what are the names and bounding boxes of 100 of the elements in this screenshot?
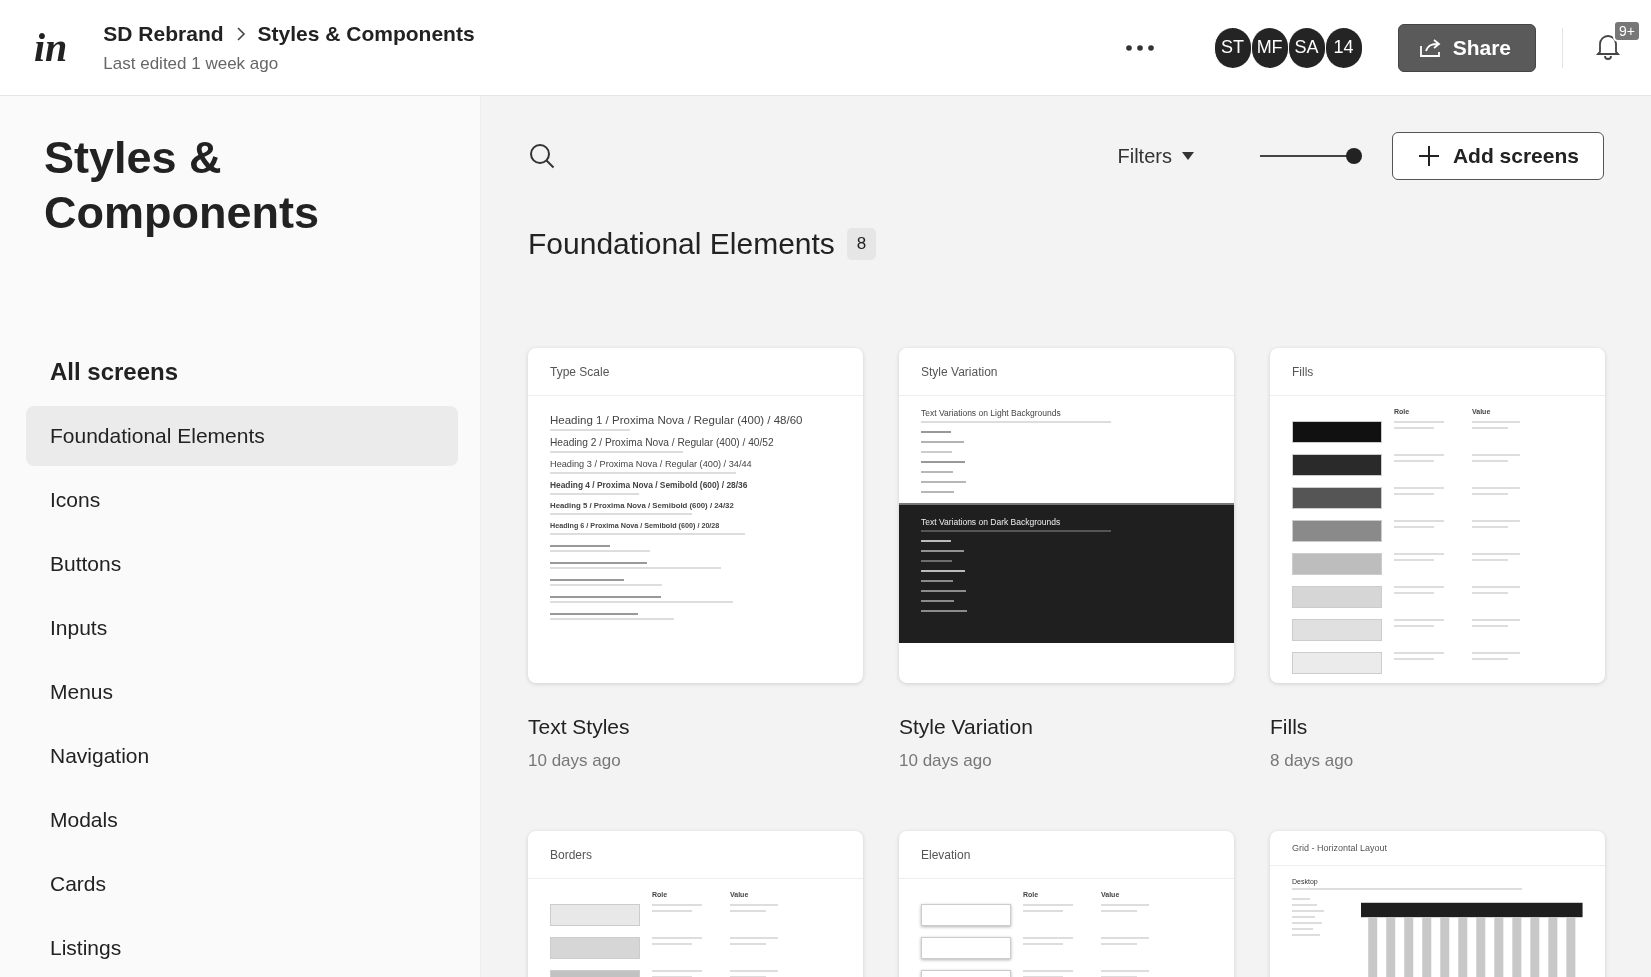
more-icon[interactable] (1125, 44, 1154, 51)
description-line (1292, 934, 1320, 936)
description-line (1292, 910, 1324, 912)
description-line (1394, 454, 1444, 456)
sidebar-item[interactable]: Menus (26, 662, 458, 722)
description-line (1023, 970, 1073, 972)
description-line (730, 937, 778, 939)
description-line (1394, 460, 1434, 462)
count-badge: 8 (846, 228, 877, 260)
description-line (1101, 937, 1149, 939)
description-line (1472, 658, 1508, 660)
sidebar-item[interactable]: Inputs (26, 598, 458, 658)
type-sample: Heading 2 / Proxima Nova / Regular (400) / 40/52 (550, 437, 775, 448)
last-edited-text: Last edited 1 week ago (103, 53, 280, 74)
description-line (1472, 487, 1520, 489)
avatar[interactable]: SA (1287, 27, 1325, 68)
description-line (1394, 652, 1444, 654)
description-line (1472, 421, 1520, 423)
description-line (1472, 454, 1520, 456)
description-line (921, 540, 951, 542)
sidebar-item[interactable]: Listings (26, 918, 458, 977)
share-button[interactable]: Share (1397, 23, 1536, 72)
description-line (1292, 898, 1310, 900)
type-sample: Heading 4 / Proxima Nova / Semibold (600) / 28/36 (550, 480, 749, 490)
add-screens-button[interactable]: Add screens (1391, 132, 1604, 180)
sidebar-item[interactable]: Navigation (26, 726, 458, 786)
description-line (1023, 943, 1063, 945)
description-line (921, 580, 953, 582)
description-line (1394, 526, 1434, 528)
description-line (1394, 427, 1434, 429)
thumbnail-title: Style Variation (921, 364, 998, 379)
description-line (1101, 970, 1149, 972)
description-line (1472, 559, 1508, 561)
screen-name[interactable]: Style Variation (899, 715, 1234, 739)
description-line (921, 481, 966, 483)
description-line (652, 943, 692, 945)
description-line (1394, 586, 1444, 588)
more-users-count[interactable]: 14 (1324, 27, 1362, 68)
description-line (921, 471, 953, 473)
description-line (730, 943, 766, 945)
description-line (730, 910, 766, 912)
description-line (1292, 928, 1313, 930)
description-line (652, 970, 702, 972)
description-line (1472, 460, 1508, 462)
description-line (1472, 520, 1520, 522)
updated-time: 10 days ago (528, 751, 622, 771)
screen-name[interactable]: Fills (1270, 715, 1605, 739)
description-line (1023, 910, 1063, 912)
description-line (921, 431, 951, 433)
description-line (1394, 553, 1444, 555)
search-icon[interactable] (528, 142, 556, 170)
project-link[interactable]: SD Rebrand (103, 21, 224, 46)
description-line (1472, 625, 1508, 627)
description-line (1394, 559, 1434, 561)
description-line (550, 545, 610, 547)
avatar[interactable]: MF (1250, 27, 1288, 68)
description-line (1101, 904, 1149, 906)
thumbnail-title: Type Scale (550, 364, 610, 379)
avatar[interactable]: ST (1213, 27, 1251, 68)
description-line (652, 910, 692, 912)
sidebar-title: Styles & Components (44, 131, 320, 240)
description-line (921, 451, 952, 453)
caret-down-icon (1181, 152, 1194, 160)
description-line (1023, 937, 1073, 939)
screen-name[interactable]: Text Styles (528, 715, 863, 739)
description-line (730, 970, 778, 972)
sidebar-item[interactable]: Cards (26, 854, 458, 914)
sidebar-item[interactable]: Buttons (26, 534, 458, 594)
description-line (1472, 586, 1520, 588)
section-heading: Text Variations on Dark Backgrounds (921, 517, 1062, 527)
description-line (1101, 910, 1137, 912)
thumbnail-title: Fills (1292, 364, 1314, 379)
type-sample: Heading 1 / Proxima Nova / Regular (400) / 48/60 (550, 414, 804, 426)
description-line (921, 491, 954, 493)
notification-badge: 9+ (1613, 19, 1641, 42)
section-heading: Text Variations on Light Backgrounds (921, 408, 1062, 418)
description-line (1394, 520, 1444, 522)
description-line (1101, 943, 1137, 945)
description-line (1023, 904, 1073, 906)
type-sample: Heading 3 / Proxima Nova / Regular (400) / 34/44 (550, 459, 753, 469)
description-line (1394, 619, 1444, 621)
description-line (921, 461, 965, 463)
chevron-right-icon (235, 26, 246, 41)
description-line (921, 610, 967, 612)
sidebar-item[interactable]: Modals (26, 790, 458, 850)
all-screens-link[interactable]: All screens (50, 358, 458, 386)
description-line (1394, 625, 1434, 627)
plus-icon (1418, 146, 1439, 166)
description-line (921, 550, 964, 552)
description-line (921, 570, 965, 572)
description-line (1394, 658, 1434, 660)
logo[interactable]: in (34, 24, 68, 71)
sidebar-item[interactable]: Icons (26, 470, 458, 530)
description-line (730, 904, 778, 906)
filters-dropdown[interactable]: Filters (1111, 143, 1200, 169)
description-line (1472, 493, 1508, 495)
description-line (1394, 592, 1434, 594)
sidebar-item[interactable]: Foundational Elements (26, 406, 458, 466)
description-line (1292, 916, 1315, 918)
slider-thumb[interactable] (1345, 148, 1362, 164)
